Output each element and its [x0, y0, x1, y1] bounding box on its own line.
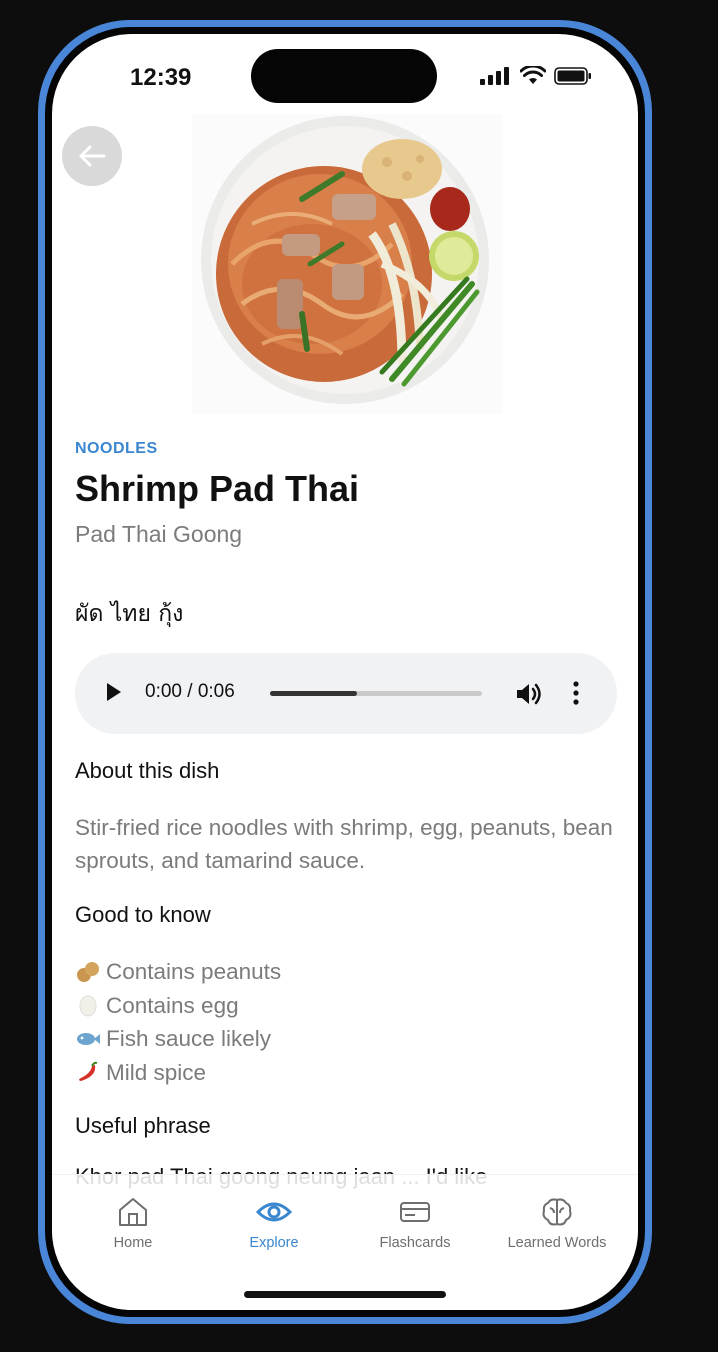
app-screen: 12:39 NOODLES Shrimp Pad Thai Pad Thai G…	[52, 34, 638, 1310]
dish-category: NOODLES	[75, 440, 158, 457]
audio-progress	[270, 691, 357, 696]
peanut-icon	[77, 961, 99, 982]
home-indicator	[244, 1291, 446, 1298]
cellular-signal-icon	[480, 66, 509, 85]
about-heading: About this dish	[75, 758, 220, 783]
dish-photo	[192, 114, 502, 414]
card-icon	[400, 1202, 430, 1222]
list-item-label: Contains peanuts	[106, 959, 282, 984]
useful-phrase-heading: Useful phrase	[75, 1113, 211, 1138]
wifi-icon	[520, 66, 546, 84]
fish-icon	[77, 1032, 100, 1045]
home-icon	[119, 1198, 147, 1226]
dish-romanized-name: Pad Thai Goong	[75, 521, 243, 547]
list-item-label: Contains egg	[106, 992, 239, 1018]
audio-player: 0:00 / 0:06	[75, 653, 617, 734]
tab-home-label: Home	[113, 1235, 153, 1251]
good-to-know-list: Contains peanuts Contains egg Fish sauce…	[75, 955, 281, 1089]
tab-explore-label: Explore	[249, 1235, 299, 1251]
brain-icon	[542, 1198, 572, 1226]
tab-home[interactable]: Home	[60, 1195, 206, 1251]
list-item-label: Fish sauce likely	[106, 1026, 272, 1051]
dish-title: Shrimp Pad Thai	[75, 468, 360, 509]
tab-explore[interactable]: Explore	[201, 1195, 347, 1251]
chili-icon	[79, 1062, 98, 1082]
battery-icon	[554, 66, 591, 85]
tab-learned-words[interactable]: Learned Words	[484, 1195, 630, 1251]
status-time: 12:39	[130, 64, 192, 91]
dish-thai-name: ผัด ไทย กุ้ง	[75, 601, 184, 627]
dynamic-island	[251, 49, 437, 103]
status-icons	[480, 66, 592, 85]
list-item: Fish sauce likely	[75, 1022, 281, 1056]
play-icon[interactable]	[105, 681, 123, 703]
arrow-left-icon	[79, 145, 106, 167]
eye-icon	[256, 1202, 292, 1222]
tab-flashcards-label: Flashcards	[379, 1235, 451, 1251]
good-to-know-heading: Good to know	[75, 902, 211, 927]
list-item: Contains peanuts	[75, 955, 281, 989]
tab-flashcards[interactable]: Flashcards	[342, 1195, 488, 1251]
list-item: Mild spice	[75, 1056, 281, 1090]
volume-icon[interactable]	[515, 681, 543, 707]
list-item: Contains egg	[75, 989, 281, 1023]
back-button[interactable]	[62, 126, 122, 186]
audio-time: 0:00 / 0:06	[145, 681, 235, 702]
egg-icon	[79, 995, 97, 1017]
about-text: Stir-fried rice noodles with shrimp, egg…	[75, 815, 613, 873]
list-item-label: Mild spice	[106, 1059, 207, 1085]
audio-seek-bar[interactable]	[270, 691, 482, 696]
tab-bar: Home Explore Flashcards Learned Words	[52, 1174, 638, 1310]
tab-learned-words-label: Learned Words	[507, 1235, 607, 1251]
more-options-icon[interactable]	[572, 681, 580, 705]
